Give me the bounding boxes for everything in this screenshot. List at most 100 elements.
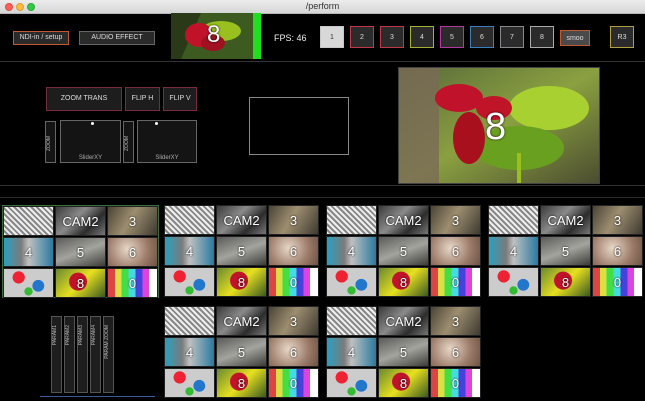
camera-selector-1[interactable]: 1 bbox=[320, 26, 344, 48]
audio-effect-button[interactable]: AUDIO EFFECT bbox=[79, 31, 155, 45]
camera-block-3[interactable]: CAM2 3 4 5 6 8 0 bbox=[326, 205, 483, 298]
camera-cell[interactable]: 6 bbox=[107, 237, 158, 267]
camera-cell[interactable] bbox=[326, 267, 377, 297]
camera-cell-label bbox=[327, 307, 376, 335]
camera-cell[interactable]: 6 bbox=[592, 236, 643, 266]
camera-cell[interactable] bbox=[3, 206, 54, 236]
camera-cell[interactable]: CAM2 bbox=[216, 306, 267, 336]
camera-cell[interactable] bbox=[164, 205, 215, 235]
camera-cell[interactable] bbox=[488, 205, 539, 235]
camera-cell[interactable]: 3 bbox=[268, 306, 319, 336]
camera-cell[interactable]: 3 bbox=[592, 205, 643, 235]
camera-cell[interactable]: 5 bbox=[216, 337, 267, 367]
camera-cell-label: 6 bbox=[289, 244, 298, 259]
camera-cell[interactable]: CAM2 bbox=[378, 306, 429, 336]
param-fader-3[interactable]: PARAM3 bbox=[77, 316, 88, 393]
camera-selector-5[interactable]: 5 bbox=[440, 26, 464, 48]
camera-cell-label: CAM2 bbox=[385, 213, 422, 228]
camera-cell[interactable]: 4 bbox=[164, 337, 215, 367]
xy-handle[interactable] bbox=[155, 122, 158, 125]
camera-cell[interactable]: 0 bbox=[430, 368, 481, 398]
camera-cell[interactable]: 4 bbox=[326, 236, 377, 266]
camera-cell[interactable]: 4 bbox=[488, 236, 539, 266]
camera-cell[interactable]: 5 bbox=[378, 337, 429, 367]
camera-cell[interactable]: 3 bbox=[430, 205, 481, 235]
camera-cell[interactable] bbox=[326, 306, 377, 336]
camera-selector-8[interactable]: 8 bbox=[530, 26, 554, 48]
camera-selector-7[interactable]: 7 bbox=[500, 26, 524, 48]
camera-cell[interactable]: 5 bbox=[216, 236, 267, 266]
camera-cell[interactable]: CAM2 bbox=[540, 205, 591, 235]
camera-cell-label: 4 bbox=[185, 244, 194, 259]
camera-cell[interactable] bbox=[326, 205, 377, 235]
zoom-slider-1[interactable]: ZOOM bbox=[45, 121, 56, 163]
camera-cell[interactable]: 8 bbox=[55, 268, 106, 298]
zoom-trans-button[interactable]: ZOOM TRANS bbox=[46, 87, 122, 111]
camera-cell[interactable]: CAM2 bbox=[378, 205, 429, 235]
camera-cell[interactable] bbox=[164, 306, 215, 336]
window-title: /perform bbox=[305, 1, 340, 11]
slider-xy-2[interactable]: SliderXY bbox=[137, 120, 197, 163]
camera-cell[interactable]: 8 bbox=[216, 368, 267, 398]
camera-cell-label bbox=[489, 268, 538, 296]
param-fader-5[interactable]: PARAM ZOOM bbox=[103, 316, 114, 393]
camera-cell[interactable]: 8 bbox=[378, 267, 429, 297]
camera-cell[interactable]: 3 bbox=[268, 205, 319, 235]
camera-cell[interactable]: 6 bbox=[268, 236, 319, 266]
camera-block-6[interactable]: CAM2 3 4 5 6 8 0 bbox=[326, 306, 483, 399]
param-fader-1[interactable]: PARAM1 bbox=[51, 316, 62, 393]
camera-block-4[interactable]: CAM2 3 4 5 6 8 0 bbox=[488, 205, 645, 298]
camera-cell-label: 0 bbox=[613, 275, 622, 290]
camera-cell[interactable]: 6 bbox=[430, 337, 481, 367]
camera-block-1[interactable]: CAM2 3 4 5 6 8 0 bbox=[2, 205, 159, 298]
camera-selector-4[interactable]: 4 bbox=[410, 26, 434, 48]
r3-button[interactable]: R3 bbox=[610, 26, 634, 48]
camera-cell[interactable]: CAM2 bbox=[216, 205, 267, 235]
camera-cell[interactable]: 8 bbox=[540, 267, 591, 297]
xy-handle[interactable] bbox=[91, 122, 94, 125]
toolbar-divider bbox=[0, 61, 645, 62]
camera-cell[interactable]: 0 bbox=[268, 368, 319, 398]
camera-cell[interactable] bbox=[3, 268, 54, 298]
camera-selector-2[interactable]: 2 bbox=[350, 26, 374, 48]
camera-cell-label bbox=[165, 268, 214, 296]
camera-block-2[interactable]: CAM2 3 4 5 6 8 0 bbox=[164, 205, 321, 298]
camera-cell[interactable]: 5 bbox=[55, 237, 106, 267]
camera-cell[interactable]: 0 bbox=[268, 267, 319, 297]
camera-cell[interactable] bbox=[164, 267, 215, 297]
flip-v-button[interactable]: FLIP V bbox=[163, 87, 197, 111]
camera-cell[interactable]: CAM2 bbox=[55, 206, 106, 236]
camera-cell[interactable]: 3 bbox=[430, 306, 481, 336]
zoom-slider-2[interactable]: ZOOM bbox=[123, 121, 134, 163]
camera-selector-6[interactable]: 6 bbox=[470, 26, 494, 48]
camera-cell[interactable]: 3 bbox=[107, 206, 158, 236]
camera-cell[interactable]: 4 bbox=[164, 236, 215, 266]
camera-cell[interactable]: 5 bbox=[378, 236, 429, 266]
smoo-button[interactable]: smoo bbox=[560, 30, 590, 46]
camera-cell[interactable] bbox=[164, 368, 215, 398]
camera-cell[interactable]: 4 bbox=[3, 237, 54, 267]
ndi-setup-button[interactable]: NDI-in / setup bbox=[13, 31, 69, 45]
camera-cell[interactable]: 0 bbox=[107, 268, 158, 298]
camera-cell-label: 5 bbox=[76, 245, 85, 260]
fader-underline bbox=[40, 396, 155, 397]
slider-xy-1[interactable]: SliderXY bbox=[60, 120, 121, 163]
camera-cell[interactable]: 6 bbox=[268, 337, 319, 367]
camera-cell[interactable]: 0 bbox=[430, 267, 481, 297]
camera-block-5[interactable]: CAM2 3 4 5 6 8 0 bbox=[164, 306, 321, 399]
camera-cell[interactable]: 5 bbox=[540, 236, 591, 266]
camera-cell[interactable]: 8 bbox=[378, 368, 429, 398]
camera-cell-label bbox=[165, 369, 214, 397]
param-fader-2[interactable]: PARAM2 bbox=[64, 316, 75, 393]
camera-cell-label: 3 bbox=[451, 213, 460, 228]
camera-cell[interactable] bbox=[488, 267, 539, 297]
camera-cell-label: 0 bbox=[289, 275, 298, 290]
camera-cell[interactable]: 4 bbox=[326, 337, 377, 367]
camera-cell[interactable]: 6 bbox=[430, 236, 481, 266]
camera-cell[interactable]: 0 bbox=[592, 267, 643, 297]
camera-cell[interactable]: 8 bbox=[216, 267, 267, 297]
param-fader-4[interactable]: PARAM4 bbox=[90, 316, 101, 393]
camera-selector-3[interactable]: 3 bbox=[380, 26, 404, 48]
camera-cell[interactable] bbox=[326, 368, 377, 398]
flip-h-button[interactable]: FLIP H bbox=[125, 87, 160, 111]
